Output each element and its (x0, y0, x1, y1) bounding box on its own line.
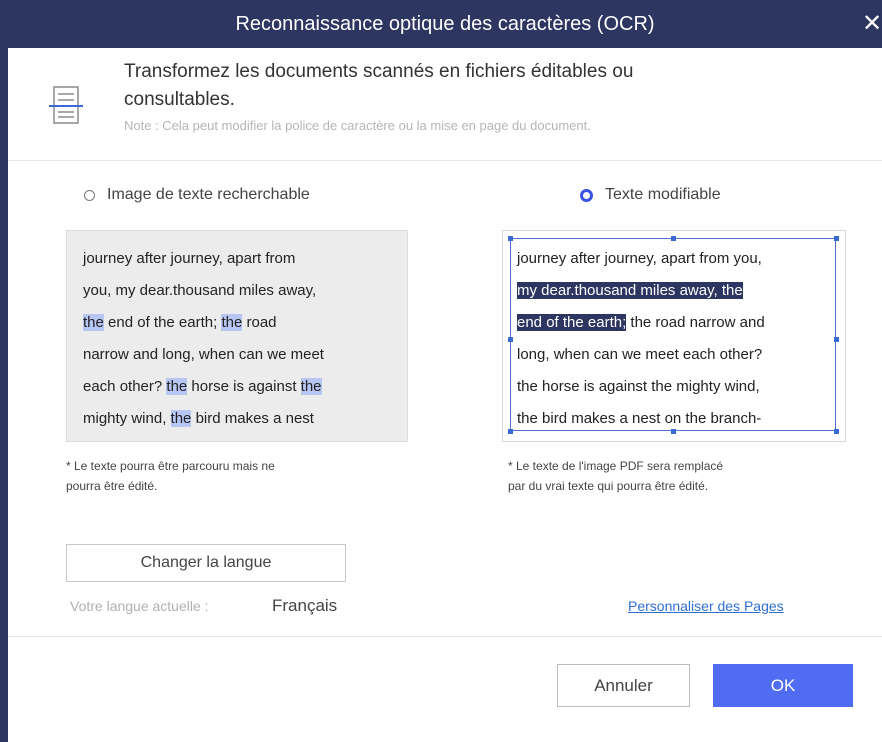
title-bar: Reconnaissance optique des caractères (O… (8, 0, 882, 48)
dialog-title: Reconnaissance optique des caractères (O… (235, 13, 655, 35)
radio-editable-text[interactable]: Texte modifiable (580, 186, 721, 204)
close-icon[interactable]: ✕ (862, 11, 882, 35)
resize-handle[interactable] (834, 236, 839, 241)
left-sample-text: journey after journey, apart from you, m… (83, 243, 324, 435)
highlighted-word: the (170, 410, 192, 427)
header-text: Transformez les documents scannés en fic… (124, 58, 824, 133)
sample-line: journey after journey, apart from (83, 250, 296, 267)
selection-box (510, 238, 836, 431)
divider (8, 160, 882, 161)
resize-handle[interactable] (671, 429, 676, 434)
current-language-value: Français (272, 596, 338, 615)
radio-searchable-image-label: Image de texte recherchable (107, 186, 310, 203)
highlighted-word: the (221, 314, 243, 331)
cancel-button[interactable]: Annuler (557, 664, 690, 707)
editable-text-caption: * Le texte de l'image PDF sera remplacé … (508, 459, 724, 493)
document-icon (49, 86, 83, 124)
resize-handle[interactable] (508, 429, 513, 434)
resize-handle[interactable] (671, 236, 676, 241)
sample-line: mighty wind, the bird makes a nest (83, 410, 314, 427)
radio-off-icon (84, 189, 95, 201)
divider (8, 636, 882, 637)
change-language-button[interactable]: Changer la langue (66, 544, 346, 582)
resize-handle[interactable] (508, 337, 513, 342)
ocr-dialog: Reconnaissance optique des caractères (O… (0, 0, 882, 742)
ok-button[interactable]: OK (713, 664, 853, 707)
customize-pages-link[interactable]: Personnaliser des Pages (628, 598, 784, 614)
resize-handle[interactable] (508, 236, 513, 241)
window-border (0, 0, 8, 742)
searchable-image-preview: journey after journey, apart from you, m… (66, 230, 408, 442)
note-text: Note : Cela peut modifier la police de c… (124, 118, 591, 133)
sample-line: narrow and long, when can we meet (83, 346, 324, 363)
searchable-image-caption: * Le texte pourra être parcouru mais ne … (66, 459, 275, 493)
highlighted-word: the (300, 378, 322, 395)
radio-searchable-image[interactable]: Image de texte recherchable (84, 186, 310, 204)
resize-handle[interactable] (834, 337, 839, 342)
sample-line: you, my dear.thousand miles away, (83, 282, 317, 299)
highlighted-word: the (83, 314, 104, 331)
radio-on-icon (580, 188, 593, 202)
highlighted-word: the (166, 378, 188, 395)
radio-editable-text-label: Texte modifiable (605, 186, 721, 203)
sample-line: the end of the earth; the road (83, 314, 277, 331)
headline-line-1: Transformez les documents scannés en fic… (124, 61, 634, 82)
headline-line-2: consultables. (124, 89, 235, 110)
sample-line: each other? the horse is against the (83, 378, 322, 395)
resize-handle[interactable] (834, 429, 839, 434)
current-language-label: Votre langue actuelle : (70, 598, 209, 614)
